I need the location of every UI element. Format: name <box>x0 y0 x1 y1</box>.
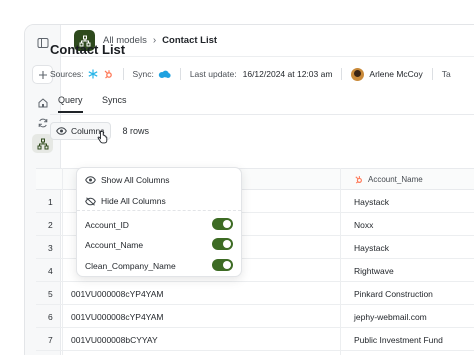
last-update-value: 16/12/2024 at 12:03 am <box>242 69 333 79</box>
toggle-clean-company-name[interactable] <box>212 259 233 271</box>
eye-icon <box>56 127 67 135</box>
dropdown-divider <box>77 210 241 211</box>
salesforce-icon <box>158 69 171 80</box>
meta-divider <box>179 68 181 80</box>
cell-account-id: 001VU000008bCYYAY <box>71 335 158 345</box>
breadcrumb-separator: › <box>152 35 157 46</box>
row-number: 6 <box>48 312 53 322</box>
column-option-account-name: Account_Name <box>85 240 144 250</box>
cell-account-id: 001VU000008cYP4YAM <box>71 312 164 322</box>
toggle-account-name[interactable] <box>212 238 233 250</box>
sync-label: Sync: <box>132 69 154 79</box>
table-row[interactable]: 7 001VU000008bCYYAY Public Investment Fu… <box>36 328 474 351</box>
meta-divider <box>431 68 433 80</box>
cell-account-name: Noxx <box>354 220 374 230</box>
row-number: 4 <box>48 266 53 276</box>
column-option-clean-company-name: Clean_Company_Name <box>85 261 176 271</box>
meta-overflow-text: Ta <box>441 69 451 79</box>
cell-account-id: 001VU000008cYP4YAM <box>71 289 164 299</box>
toggle-account-id[interactable] <box>212 218 233 230</box>
cell-account-name: Haystack <box>354 197 389 207</box>
columns-dropdown: Show All Columns Hide All Columns Accoun… <box>76 167 242 277</box>
table-row[interactable]: 5 001VU000008cYP4YAM Pinkard Constructio… <box>36 282 474 305</box>
cell-account-name: jephy-webmail.com <box>354 312 427 322</box>
row-number: 5 <box>48 289 53 299</box>
row-count: 8 rows <box>122 126 150 136</box>
cell-account-name: Pinkard Construction <box>354 289 433 299</box>
snowflake-icon <box>88 69 99 80</box>
breadcrumb-current: Contact List <box>162 35 218 46</box>
row-number: 7 <box>48 335 53 345</box>
owner-name[interactable]: Arlene McCoy <box>369 69 422 79</box>
show-all-columns[interactable]: Show All Columns <box>85 175 170 185</box>
hide-all-label: Hide All Columns <box>101 196 166 206</box>
pointer-cursor-icon <box>97 130 108 146</box>
page-title: Contact List <box>50 42 126 57</box>
hubspot-icon <box>103 69 114 80</box>
meta-divider <box>341 68 343 80</box>
tab-bar: Query Syncs <box>50 92 474 115</box>
tab-syncs[interactable]: Syncs <box>102 95 127 105</box>
row-number: 1 <box>48 197 53 207</box>
cell-account-name: Rightwave <box>354 266 394 276</box>
cell-account-name: Haystack <box>354 243 389 253</box>
avatar <box>351 67 365 81</box>
row-number: 3 <box>48 243 53 253</box>
hubspot-icon <box>355 176 362 184</box>
last-update-label: Last update: <box>189 69 237 79</box>
cell-account-name: Public Investment Fund <box>354 335 443 345</box>
meta-row: Sources: Sync: Last update: 16/12/2024 a… <box>50 66 451 82</box>
column-option-account-id: Account_ID <box>85 220 129 230</box>
column-header-account-name[interactable]: Account_Name <box>354 175 423 184</box>
table-row[interactable]: 6 001VU000008cYP4YAM jephy-webmail.com <box>36 305 474 328</box>
sources-label: Sources: <box>50 69 84 79</box>
meta-divider <box>122 68 124 80</box>
eye-icon <box>85 176 96 184</box>
hide-all-columns[interactable]: Hide All Columns <box>85 196 166 206</box>
eye-off-icon <box>85 196 96 206</box>
show-all-label: Show All Columns <box>101 175 170 185</box>
column-header-label: Account_Name <box>368 175 423 184</box>
tab-query[interactable]: Query <box>58 95 83 113</box>
row-number: 2 <box>48 220 53 230</box>
